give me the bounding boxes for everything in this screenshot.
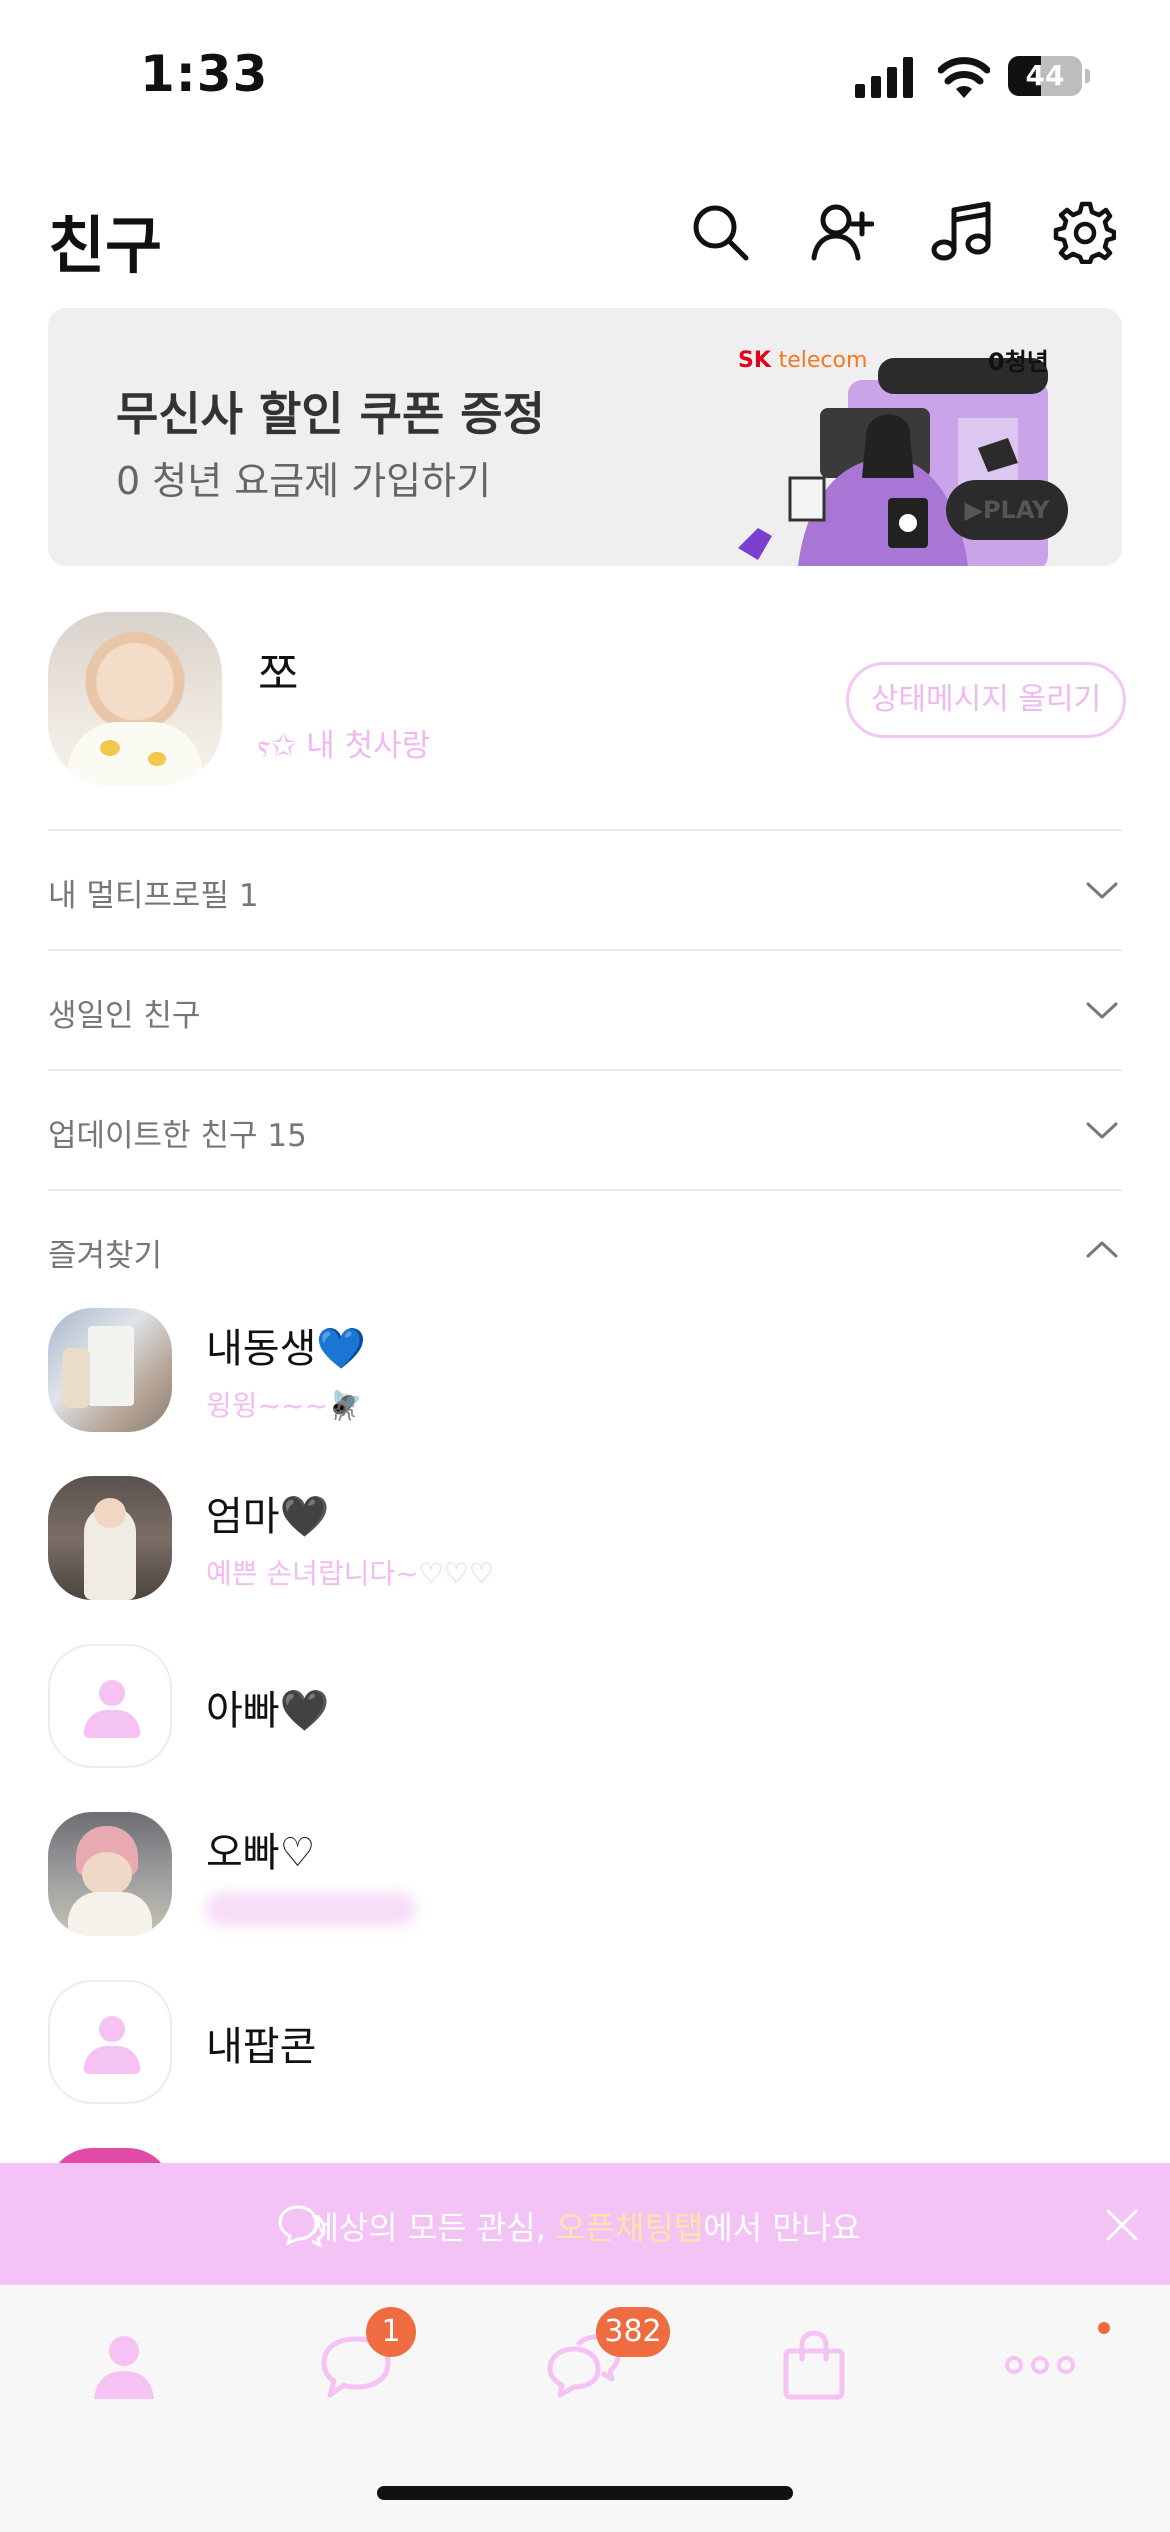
section-label: 업데이트한 친구 15 [48, 1118, 307, 1154]
friend-status-blurred [206, 1892, 416, 1926]
friends-tab[interactable] [84, 2325, 164, 2405]
more-notification-dot [1098, 2322, 1110, 2334]
divider [48, 1069, 1122, 1071]
play-button: ▶PLAY [946, 480, 1068, 540]
page-title: 친구 [48, 209, 163, 282]
openchat-tab-highlight: 오픈채팅탭 [556, 2209, 704, 2247]
divider [48, 1189, 1122, 1191]
shopping-bag-icon [783, 2330, 845, 2400]
my-profile-name[interactable]: 쪼 [258, 638, 298, 702]
friend-name: 오빠♡ [206, 1830, 316, 1876]
friend-item[interactable]: 엄마🖤 예쁜 손녀랍니다~♡♡♡ [48, 1476, 1122, 1606]
battery-level: 44 [1025, 59, 1065, 92]
chevron-down-icon [1086, 1122, 1118, 1139]
openchat-promo-banner[interactable]: 세상의 모든 관심, 오픈채팅탭에서 만나요 [0, 2163, 1170, 2285]
post-status-message-button[interactable]: 상태메시지 올리기 [846, 662, 1126, 738]
settings-icon[interactable] [1052, 200, 1117, 265]
banner-title: 무신사 할인 쿠폰 증정 [116, 387, 545, 441]
friend-avatar[interactable] [48, 1308, 172, 1432]
friend-name: 내동생💙 [206, 1326, 367, 1372]
banner-subtitle: 0 청년 요금제 가입하기 [116, 459, 492, 503]
skt-logo: SK telecom [738, 348, 868, 373]
add-friend-icon[interactable] [810, 200, 875, 264]
openchat-badge: 382 [596, 2307, 670, 2357]
section-updated-friends[interactable]: 업데이트한 친구 15 [48, 1072, 1122, 1190]
zero-youth-logo: 0청년 [988, 348, 1049, 376]
friend-name: 내팝콘 [206, 2024, 317, 2070]
divider [48, 949, 1122, 951]
section-label: 내 멀티프로필 1 [48, 878, 259, 914]
my-avatar[interactable] [48, 612, 222, 786]
more-tab[interactable] [1000, 2325, 1080, 2405]
promo-banner[interactable]: 무신사 할인 쿠폰 증정 0 청년 요금제 가입하기 SK telecom 0청… [48, 308, 1122, 566]
battery-indicator: 44 [1008, 56, 1090, 96]
friend-status: 예쁜 손녀랍니다~♡♡♡ [206, 1557, 494, 1590]
home-indicator[interactable] [377, 2486, 793, 2500]
shopping-tab[interactable] [774, 2325, 854, 2405]
default-avatar-icon[interactable] [48, 1980, 172, 2104]
chats-badge: 1 [366, 2307, 416, 2357]
chats-tab[interactable]: 1 [316, 2307, 416, 2405]
friend-item[interactable]: 내팝콘 [48, 1980, 1122, 2110]
default-avatar-icon[interactable] [48, 1644, 172, 1768]
friend-status: 윙윙~~~🪰 [206, 1389, 363, 1422]
friend-avatar[interactable] [48, 1812, 172, 1936]
friend-name: 엄마🖤 [206, 1494, 330, 1540]
close-icon[interactable] [1102, 2205, 1142, 2245]
person-icon [94, 2336, 154, 2399]
openchat-tab[interactable]: 382 [544, 2307, 670, 2405]
chevron-up-icon [1086, 1241, 1118, 1258]
friend-item[interactable]: 오빠♡ [48, 1812, 1122, 1942]
status-bar: 1:33 44 [0, 0, 1170, 150]
status-time: 1:33 [140, 45, 269, 103]
wifi-icon [938, 57, 990, 98]
section-birthday-friends[interactable]: 생일인 친구 [48, 952, 1122, 1070]
friend-item[interactable]: 아빠🖤 [48, 1644, 1122, 1774]
section-label: 생일인 친구 [48, 998, 201, 1034]
section-label: 즐겨찾기 [48, 1238, 163, 1274]
openchat-promo-text: 세상의 모든 관심, 오픈채팅탭에서 만나요 [309, 2209, 861, 2247]
section-favorites[interactable]: 즐겨찾기 [48, 1192, 1122, 1310]
friend-item[interactable]: 내동생💙 윙윙~~~🪰 [48, 1308, 1122, 1438]
signal-icon [855, 57, 913, 98]
music-icon[interactable] [930, 200, 994, 264]
friend-name: 아빠🖤 [206, 1688, 330, 1734]
chevron-down-icon [1086, 1002, 1118, 1019]
section-multi-profile[interactable]: 내 멀티프로필 1 [48, 832, 1122, 950]
chevron-down-icon [1086, 882, 1118, 899]
friend-avatar[interactable] [48, 1476, 172, 1600]
search-icon[interactable] [688, 200, 752, 264]
divider [48, 829, 1122, 831]
my-profile-status: ⲋ✩ 내 첫사랑 [258, 728, 431, 764]
more-icon [1005, 2356, 1075, 2374]
